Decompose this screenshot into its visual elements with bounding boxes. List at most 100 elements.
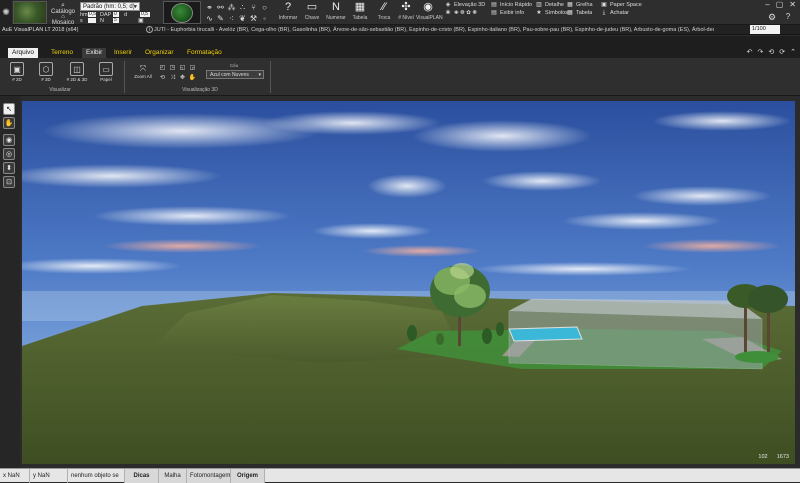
- orbit-icon[interactable]: ⟲: [158, 74, 167, 83]
- visualplan-button[interactable]: ◉ VisualPLAN: [416, 0, 443, 25]
- tips-button[interactable]: Dicas: [125, 469, 159, 483]
- view-2d-3d-button[interactable]: ◫ # 2D & 3D: [64, 62, 90, 83]
- key-button[interactable]: ▭ Chave: [300, 0, 324, 25]
- table-small-button[interactable]: ▦ Tabela: [566, 9, 593, 17]
- photomontage-button[interactable]: Fotomontagem: [187, 469, 231, 483]
- redo-icon[interactable]: ⟳: [779, 48, 785, 58]
- zoom-all-icon: ⤧: [139, 64, 147, 73]
- camera-tool[interactable]: ◎: [3, 148, 15, 160]
- snake-icon[interactable]: ∿: [204, 13, 215, 24]
- link-icon[interactable]: ⚭: [204, 2, 215, 13]
- walk-tool[interactable]: ⬍: [3, 162, 15, 174]
- chevron-down-icon: ▾: [258, 72, 261, 78]
- cluster-icon[interactable]: ⁂: [226, 2, 237, 13]
- fork-icon[interactable]: ⑂: [248, 2, 259, 13]
- tab-inserir[interactable]: Inserir: [114, 48, 132, 58]
- inform-button[interactable]: ? Informar: [276, 0, 300, 25]
- ring-small-icon[interactable]: ◦: [259, 13, 270, 24]
- grid-button[interactable]: ▦ Grelha: [566, 1, 592, 9]
- undo-icon[interactable]: ⟲: [768, 48, 774, 58]
- scene-render: [22, 101, 795, 464]
- plant-parameters: hm 0,5 DAP 0 d 0,5 s N 5 ▣: [80, 12, 152, 24]
- status-selection: nenhum objeto se: [68, 469, 125, 483]
- flatten-button[interactable]: ⤓ Achatar: [600, 9, 642, 17]
- help-hand-icon: ?: [284, 1, 292, 13]
- zoom-all-button[interactable]: ⤧ Zoom All: [132, 64, 154, 79]
- menu-tabs: Arquivo Terreno Exibir Inserir Organizar…: [0, 48, 800, 58]
- grid-icon: ▦: [567, 2, 573, 8]
- origin-button[interactable]: Origem: [231, 469, 265, 483]
- hm-field[interactable]: 0,5: [88, 12, 96, 17]
- tab-arquivo[interactable]: Arquivo: [8, 48, 39, 58]
- view-right-icon[interactable]: ◲: [188, 64, 197, 73]
- detail-button[interactable]: ▥ Detalhe: [535, 1, 568, 9]
- collapse-icon[interactable]: ⌃: [790, 48, 796, 58]
- forward-icon[interactable]: ↷: [758, 48, 764, 58]
- pan-icon[interactable]: ✥: [178, 74, 187, 83]
- elevation-3d-button[interactable]: ◈ Elevação 3D: [444, 1, 486, 9]
- maximize-icon[interactable]: ▢: [776, 0, 784, 12]
- n-field[interactable]: 5: [113, 18, 119, 23]
- viewport-coordinates: 102 1673: [758, 454, 789, 460]
- paper-space-button[interactable]: ▣ Paper Space: [600, 1, 642, 9]
- hand-tool[interactable]: ✋: [3, 117, 15, 129]
- scatter-icon[interactable]: ⁖: [226, 13, 237, 24]
- mesh-button[interactable]: Malha: [159, 469, 187, 483]
- s-field[interactable]: [88, 18, 96, 23]
- link-icon[interactable]: ⚯: [215, 2, 226, 13]
- scale-field[interactable]: 1/100: [750, 25, 780, 34]
- swap-button[interactable]: ⁄⁄ Troca: [372, 0, 396, 25]
- pencil-icon[interactable]: ✎: [215, 13, 226, 24]
- number-button[interactable]: N Numerar: [324, 0, 348, 25]
- minimize-icon[interactable]: –: [765, 0, 769, 12]
- view-2d-button[interactable]: ▣ # 2D: [7, 62, 27, 83]
- show-info-button[interactable]: ▤ Exibir info: [490, 9, 532, 17]
- symbols-button[interactable]: ★ Símbolos: [535, 9, 568, 17]
- view-back-icon[interactable]: ◳: [168, 64, 177, 73]
- quick-start-button[interactable]: ▤ Início Rápido: [490, 1, 532, 9]
- back-icon[interactable]: ↶: [747, 48, 753, 58]
- view-left-icon[interactable]: ◱: [178, 64, 187, 73]
- number-n-icon: N: [332, 1, 340, 13]
- hand-icon[interactable]: ✋: [188, 74, 197, 83]
- paper-button[interactable]: ▭ Papel: [96, 62, 116, 83]
- tab-terreno[interactable]: Terreno: [51, 48, 73, 58]
- capture-tool[interactable]: ⊡: [3, 176, 15, 188]
- pointer-tool[interactable]: ↖: [3, 103, 15, 115]
- paper-space-icon: ▣: [601, 2, 607, 8]
- view-front-icon[interactable]: ◰: [158, 64, 167, 73]
- tab-exibir[interactable]: Exibir: [82, 48, 107, 58]
- save-icon[interactable]: ▣: [138, 17, 144, 24]
- eye-tool[interactable]: ◉: [3, 134, 15, 146]
- ribbon: ▣ # 2D ⬡ # 3D ◫ # 2D & 3D ▭ Papel Visual…: [0, 58, 800, 96]
- table-button[interactable]: ▦ Tabela: [348, 0, 372, 25]
- d-label: d: [124, 12, 128, 18]
- vector-3d-button[interactable]: ❀ ❀ ❁ ✿ ❃: [444, 9, 485, 17]
- 3d-viewport[interactable]: 102 1673: [22, 101, 795, 464]
- spread-icon[interactable]: ∴: [237, 2, 248, 13]
- ring-icon[interactable]: ○: [259, 2, 270, 13]
- window-controls: – ▢ ✕: [765, 0, 796, 12]
- walk-icon[interactable]: ⤨: [168, 74, 177, 83]
- globe-preview[interactable]: [163, 1, 201, 24]
- help-icon[interactable]: ?: [782, 12, 794, 23]
- sky-select[interactable]: Azul com Nuvens ▾: [206, 70, 264, 79]
- tools-icon[interactable]: ⚒: [248, 13, 259, 24]
- catalog-thumbnail[interactable]: [13, 1, 47, 24]
- tab-formatacao[interactable]: Formatação: [187, 48, 222, 58]
- group-label-view3d: Visualização 3D: [182, 87, 218, 93]
- top-toolbar: ✺ ⌕ Catálogo ⌂ Mosaico Padrão (hm: 0,5; …: [0, 0, 800, 26]
- status-y: y NaN: [30, 469, 68, 483]
- sun-logo-icon[interactable]: ✺: [0, 0, 12, 25]
- view-3d-button[interactable]: ⬡ # 3D: [36, 62, 56, 83]
- close-icon[interactable]: ✕: [789, 0, 796, 12]
- pattern-select[interactable]: Padrão (hm: 0,5; d) ▼: [80, 2, 140, 11]
- level-button[interactable]: ✣ # Nível: [394, 0, 418, 25]
- info-icon: ▤: [491, 10, 497, 16]
- view-2d-icon: ▣: [10, 62, 24, 76]
- leaf-icon[interactable]: ❦: [237, 13, 248, 24]
- toolbar-column-grid: ▦ Grelha ▦ Tabela: [566, 1, 593, 17]
- tab-organizar[interactable]: Organizar: [145, 48, 174, 58]
- gear-icon[interactable]: ⚙: [766, 12, 778, 23]
- symbol-tool-grid: ⚭ ⚯ ⁂ ∴ ⑂ ○ ∿ ✎ ⁖ ❦ ⚒ ◦: [204, 2, 270, 24]
